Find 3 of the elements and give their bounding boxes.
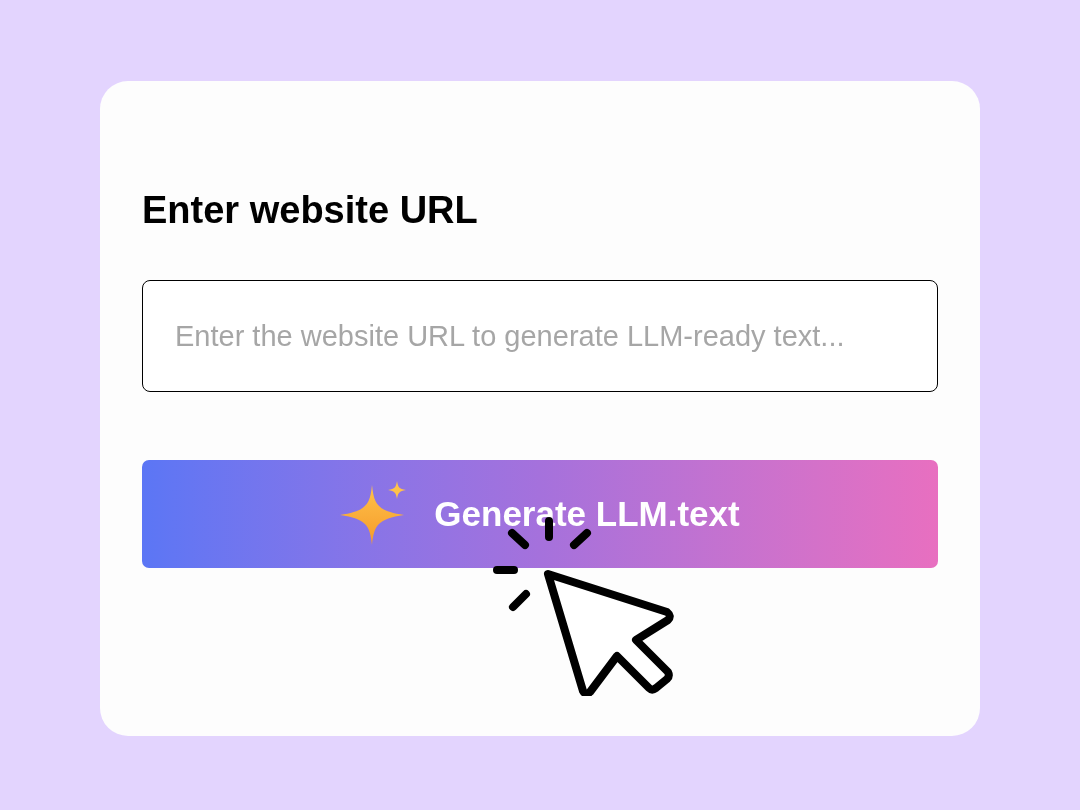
heading: Enter website URL	[142, 188, 479, 232]
url-input-field[interactable]: Enter the website URL to generate LLM-ready text...	[142, 280, 938, 392]
generate-button[interactable]: Generate LLM.text	[142, 460, 938, 568]
